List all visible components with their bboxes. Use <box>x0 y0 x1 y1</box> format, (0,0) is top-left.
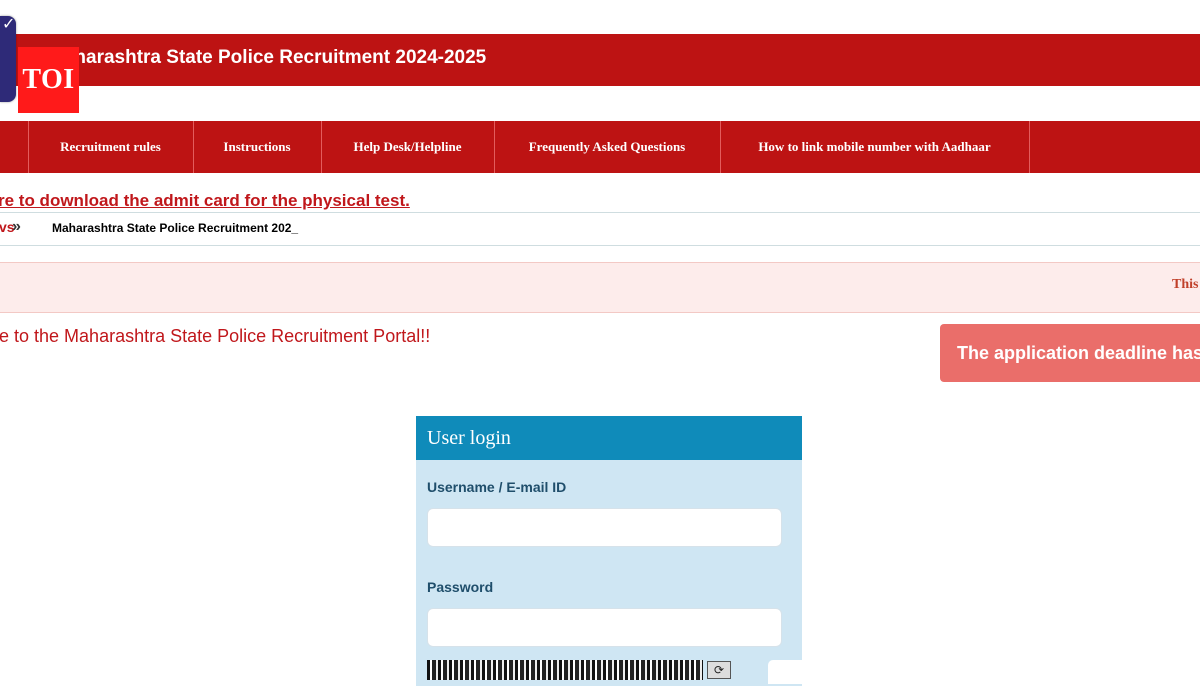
refresh-icon[interactable]: ⟳ <box>707 661 731 679</box>
alert-band <box>0 262 1200 313</box>
double-chevron-right-icon: » <box>12 218 21 235</box>
main-nav: Recruitment rules Instructions Help Desk… <box>0 121 1200 173</box>
admit-card-download-link[interactable]: re to download the admit card for the ph… <box>0 191 410 211</box>
captcha-input[interactable] <box>768 660 808 684</box>
site-title: Maharashtra State Police Recruitment 202… <box>48 47 487 68</box>
nav-item-home[interactable] <box>0 121 29 173</box>
nav-item-instructions[interactable]: Instructions <box>193 121 322 173</box>
toi-watermark-logo: TOI <box>18 47 79 113</box>
login-title: User login <box>427 427 511 449</box>
nav-item-help-desk[interactable]: Help Desk/Helpline <box>321 121 495 173</box>
news-ticker-text[interactable]: Maharashtra State Police Recruitment 202… <box>52 221 298 235</box>
emblem-icon: ✓ <box>0 16 16 102</box>
captcha-image <box>427 660 703 680</box>
nav-item-recruitment-rules[interactable]: Recruitment rules <box>28 121 194 173</box>
deadline-notice-text: The application deadline has <box>957 343 1200 363</box>
password-input[interactable] <box>427 608 782 647</box>
nav-item-faq[interactable]: Frequently Asked Questions <box>494 121 721 173</box>
username-label: Username / E-mail ID <box>427 479 567 495</box>
alert-text: This <box>1172 277 1199 292</box>
username-input[interactable] <box>427 508 782 547</box>
welcome-message: e to the Maharashtra State Police Recrui… <box>0 326 431 346</box>
nav-item-link-mobile-aadhaar[interactable]: How to link mobile number with Aadhaar <box>720 121 1030 173</box>
password-label: Password <box>427 579 494 595</box>
